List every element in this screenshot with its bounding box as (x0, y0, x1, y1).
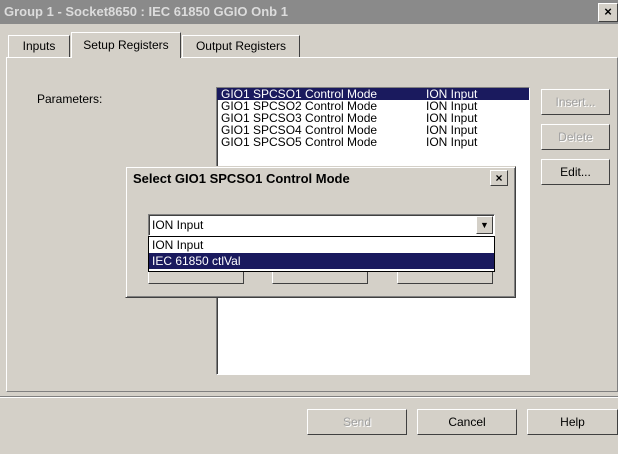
dropdown-option[interactable]: IEC 61850 ctlVal (149, 253, 494, 269)
window-close-icon[interactable]: × (598, 3, 618, 22)
list-item-value: ION Input (426, 135, 478, 149)
tab-output-registers[interactable]: Output Registers (182, 35, 300, 57)
footer-separator (0, 396, 618, 398)
control-mode-dropdown[interactable]: ION Input IEC 61850 ctlVal (148, 236, 495, 272)
parameters-label: Parameters: (37, 92, 103, 106)
help-button[interactable]: Help (527, 409, 618, 435)
chevron-down-icon[interactable]: ▼ (476, 216, 493, 234)
insert-button[interactable]: Insert... (541, 89, 610, 115)
tab-setup-registers[interactable]: Setup Registers (71, 32, 181, 58)
control-mode-select[interactable]: ION Input ▼ (148, 214, 495, 236)
send-button[interactable]: Send (307, 409, 407, 435)
window-title-bar: Group 1 - Socket8650 : IEC 61850 GGIO On… (0, 0, 618, 24)
cancel-button[interactable]: Cancel (417, 409, 517, 435)
window-title: Group 1 - Socket8650 : IEC 61850 GGIO On… (4, 4, 288, 19)
delete-button[interactable]: Delete (541, 124, 610, 150)
edit-button[interactable]: Edit... (541, 159, 610, 185)
dialog-close-icon[interactable]: × (490, 170, 508, 186)
tab-inputs[interactable]: Inputs (8, 35, 70, 57)
dialog-title: Select GIO1 SPCSO1 Control Mode (133, 171, 350, 186)
select-mode-dialog: Select GIO1 SPCSO1 Control Mode × ION In… (125, 166, 516, 298)
list-item-name: GIO1 SPCSO5 Control Mode (221, 135, 378, 149)
list-item[interactable]: GIO1 SPCSO5 Control Mode ION Input (217, 136, 529, 148)
dropdown-option[interactable]: ION Input (149, 237, 494, 253)
select-value: ION Input (152, 218, 204, 232)
